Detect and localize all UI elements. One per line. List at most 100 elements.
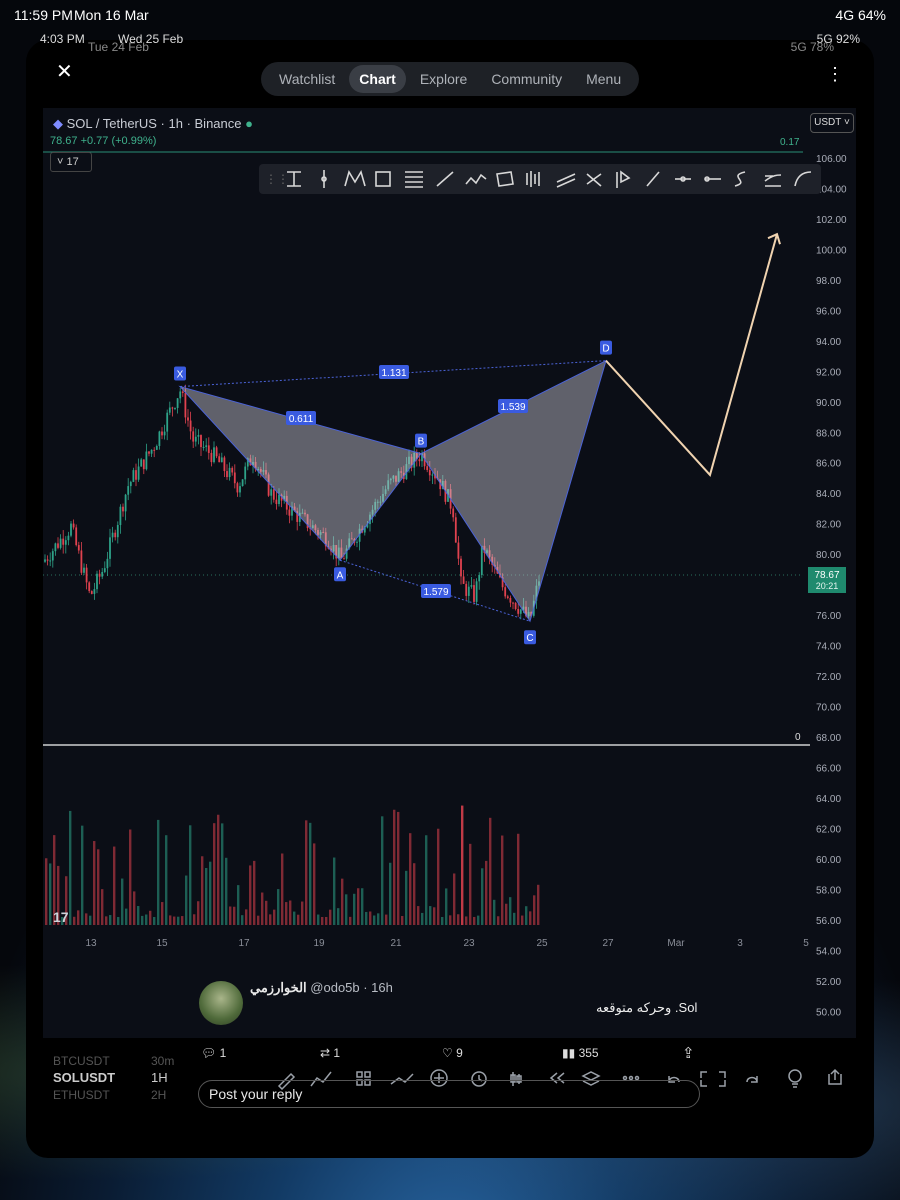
repost-action[interactable]: ⇄ 1 [320,1046,340,1060]
candle-body [226,471,228,478]
indicator-toggle[interactable]: ˅ 17 [50,152,92,172]
volume-bar [129,829,132,925]
volume-bar [501,835,504,925]
candle-body [174,407,176,409]
share-chart-icon[interactable] [828,1068,842,1085]
candle-body [233,472,236,484]
volume-bar [365,911,368,925]
repost-icon: ⇄ [320,1046,331,1060]
status-time: 11:59 PM [14,7,73,23]
svg-text:⋮⋮: ⋮⋮ [265,172,289,186]
candle-body [150,449,153,454]
current-price-text: 78.67 [814,570,839,581]
volume-bar [465,916,468,925]
fullscreen-icon[interactable] [700,1071,726,1087]
flag-tool-icon[interactable] [616,170,631,188]
candle-body [57,543,59,548]
avatar[interactable] [199,981,243,1025]
path-tool-icon[interactable] [465,173,487,185]
date-axis-label: 3 [737,938,743,949]
tab-menu[interactable]: Menu [576,65,631,93]
ghost-symbol-2: ETHUSDT [53,1088,110,1102]
reply-placeholder: Post your reply [209,1086,303,1102]
volume-bar [229,906,232,925]
volume-bar [461,805,464,925]
candles-tool-icon[interactable] [526,171,540,187]
date-axis-label: 27 [602,938,614,949]
volume-bar [209,861,212,925]
close-icon[interactable]: ✕ [56,62,73,82]
volume-bar [193,914,196,925]
volume-bar [537,884,540,925]
symbol-header[interactable]: ◆ SOL / TetherUS · 1h · Binance ● [53,116,253,132]
trendline-tool-icon[interactable] [436,171,454,187]
volume-bar [281,853,284,925]
text-cursor-tool-icon[interactable] [287,171,301,187]
tab-chart[interactable]: Chart [349,65,406,93]
candle-body [101,571,104,577]
horizontal-ray-tool-icon[interactable] [675,176,691,182]
volume-bar [145,914,148,925]
symbol-label: SOL / TetherUS · 1h · Binance [66,116,242,131]
volume-bar [121,878,124,925]
volume-bar [493,899,496,925]
zero-label: 0 [795,732,801,743]
fib-tool-icon[interactable] [405,171,423,188]
tab-explore[interactable]: Explore [410,65,477,93]
volume-bar [101,889,104,925]
inner-status-signal-ghost: 5G 78% [790,40,834,54]
candle-body [153,449,156,451]
crossed-lines-tool-icon[interactable] [586,173,602,187]
rectangle-tool-icon[interactable] [375,171,391,187]
volume-bar [477,915,480,925]
candle-body [288,509,291,516]
views-action[interactable]: ▮▮ 355 [562,1046,599,1060]
ratio-label: 1.131 [381,368,406,379]
horizontal-line-tool-icon[interactable] [704,176,721,182]
xabcd-tool-icon[interactable] [344,170,366,187]
lightbulb-icon[interactable] [788,1069,802,1088]
more-options-icon[interactable]: ⋮ [826,65,844,83]
tab-watchlist[interactable]: Watchlist [269,65,345,93]
like-action[interactable]: ♡ 9 [442,1046,463,1060]
volume-bar [117,916,120,925]
candle-body [46,559,49,561]
reply-action[interactable]: 💬︎ 1 [201,1046,226,1060]
volume-bar [105,916,108,925]
curve-tool-icon[interactable] [734,171,746,187]
parallel-channel-tool-icon[interactable] [556,173,576,188]
tab-community[interactable]: Community [481,65,572,93]
arc-tool-icon[interactable] [794,171,812,187]
vertical-line-tool-icon[interactable] [321,170,327,188]
tweet-author-line[interactable]: الخوارزمي @odo5b · 16h [250,980,393,996]
bottom-symbol[interactable]: SOLUSDT [53,1070,115,1085]
candle-body [241,479,244,487]
candle-body [80,550,83,573]
bottom-timeframe[interactable]: 1H [151,1070,168,1085]
candle-body [142,459,145,470]
candle-body [428,469,431,476]
price-axis-label: 80.00 [816,550,841,561]
polygon-tool-icon[interactable] [496,171,514,187]
multi-line-tool-icon[interactable] [764,174,782,187]
chart-canvas[interactable]: 106.00104.00102.00100.0098.0096.0094.009… [43,108,856,1038]
redo-icon[interactable] [746,1076,758,1083]
candle-body [106,558,109,569]
price-axis-label: 94.00 [816,337,841,348]
candle-body [67,535,70,541]
volume-bar [329,909,332,925]
repost-count: 1 [333,1046,341,1060]
share-icon[interactable]: ⇪ [682,1044,695,1062]
views-icon: ▮▮ [562,1046,576,1060]
volume-bar [397,811,400,925]
volume-bar [489,817,492,925]
candle-body [103,568,106,572]
volume-bar [125,908,128,925]
volume-bar [437,828,440,925]
price-axis-label: 98.00 [816,276,841,287]
currency-select[interactable]: USDT ˅ [810,113,854,133]
volume-bar [381,816,384,925]
candle-body [119,506,122,525]
volume-bar [141,915,144,925]
ruler-tool-icon[interactable] [646,171,660,187]
